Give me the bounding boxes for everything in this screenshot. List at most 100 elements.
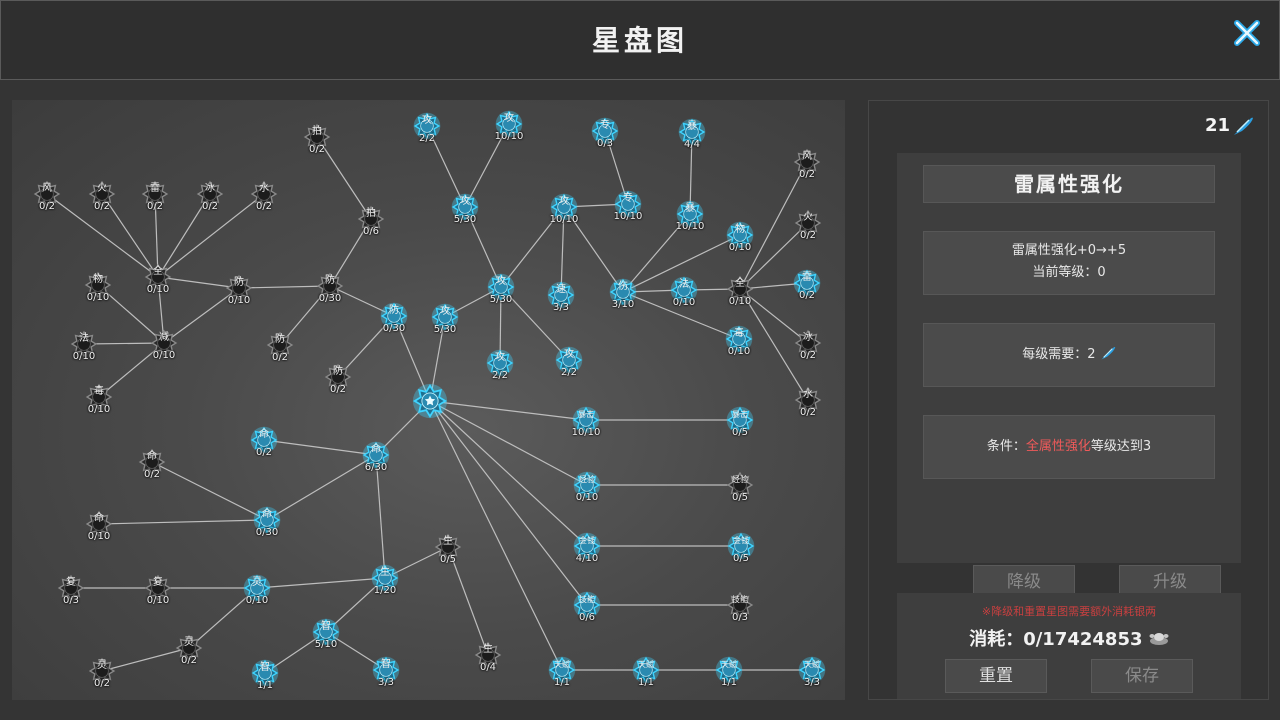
skill-node[interactable]: 法 0/10 bbox=[664, 270, 704, 310]
skill-node[interactable]: 命 0/30 bbox=[247, 500, 287, 540]
skill-node[interactable]: 专 10/10 bbox=[608, 184, 648, 224]
skill-node[interactable]: 水 0/2 bbox=[788, 380, 828, 420]
skill-node[interactable]: 命 0/10 bbox=[79, 504, 119, 544]
skill-node[interactable]: 风 0/2 bbox=[787, 142, 827, 182]
skill-node[interactable]: 灵 0/2 bbox=[169, 628, 209, 668]
skill-node[interactable]: 攻 5/30 bbox=[445, 187, 485, 227]
unlit-star-node-icon bbox=[88, 180, 116, 208]
lit-star-node-icon bbox=[591, 117, 619, 145]
skill-node[interactable]: 命 6/30 bbox=[356, 435, 396, 475]
skill-node[interactable]: 伤 3/10 bbox=[603, 272, 643, 312]
skill-node[interactable]: 水 0/2 bbox=[244, 174, 284, 214]
skill-node[interactable]: 雷 0/2 bbox=[135, 174, 175, 214]
skill-node[interactable]: 冰 0/2 bbox=[788, 323, 828, 363]
skill-node[interactable]: 物 0/10 bbox=[78, 265, 118, 305]
skill-node[interactable]: 毒 0/10 bbox=[719, 319, 759, 359]
skill-node[interactable]: 全 0/10 bbox=[720, 269, 760, 309]
save-button[interactable]: 保存 bbox=[1091, 659, 1193, 693]
skill-node[interactable]: 天赋 1/1 bbox=[626, 650, 666, 690]
reset-button[interactable]: 重置 bbox=[945, 659, 1047, 693]
skill-node[interactable]: 专 0/3 bbox=[585, 111, 625, 151]
skill-node[interactable]: 全 0/10 bbox=[138, 257, 178, 297]
skill-node[interactable]: 攻 5/30 bbox=[481, 267, 521, 307]
silver-consume-line: 消耗：0/17424853 bbox=[897, 625, 1241, 651]
skill-node[interactable]: 攻 2/2 bbox=[407, 106, 447, 146]
unlit-star-node-icon bbox=[85, 510, 113, 538]
skill-node[interactable]: 灵 0/10 bbox=[237, 568, 277, 608]
skill-node[interactable]: 复 0/10 bbox=[138, 568, 178, 608]
skill-node[interactable]: 拍 0/2 bbox=[297, 117, 337, 157]
lit-star-node-icon bbox=[632, 656, 660, 684]
skill-node[interactable]: 防 0/30 bbox=[310, 266, 350, 306]
skill-node[interactable]: 智 3/3 bbox=[366, 650, 406, 690]
skill-node[interactable]: 经验 0/10 bbox=[567, 465, 607, 505]
skill-node[interactable]: 金钱 0/5 bbox=[721, 526, 761, 566]
skill-node[interactable]: 智 1/1 bbox=[245, 653, 285, 693]
skill-node[interactable]: 暴 4/4 bbox=[672, 112, 712, 152]
skill-node[interactable]: 经验 0/5 bbox=[720, 465, 760, 505]
lit-star-node-icon bbox=[727, 532, 755, 560]
skill-node[interactable]: 冰 0/2 bbox=[190, 174, 230, 214]
skill-node[interactable]: 暴击 0/5 bbox=[720, 400, 760, 440]
unlit-star-node-icon bbox=[196, 180, 224, 208]
skill-node[interactable]: 攻 2/2 bbox=[549, 340, 589, 380]
skill-node[interactable]: 法 0/10 bbox=[64, 324, 104, 364]
skill-node[interactable]: 防 0/30 bbox=[374, 296, 414, 336]
skill-node[interactable]: 技能 0/3 bbox=[720, 585, 760, 625]
unlit-star-node-icon bbox=[303, 123, 331, 151]
skill-node[interactable]: 拍 0/6 bbox=[351, 199, 391, 239]
skill-node[interactable]: 雷 0/2 bbox=[787, 263, 827, 303]
lit-star-node-icon bbox=[555, 346, 583, 374]
star-core-node[interactable] bbox=[410, 381, 450, 421]
skill-node[interactable]: 毒 0/10 bbox=[79, 377, 119, 417]
skill-node[interactable]: 暴击 10/10 bbox=[566, 400, 606, 440]
skill-node[interactable]: 攻 10/10 bbox=[544, 187, 584, 227]
skill-node[interactable]: 命 0/2 bbox=[244, 420, 284, 460]
skill-node[interactable]: 速 3/3 bbox=[541, 275, 581, 315]
lit-star-node-icon bbox=[678, 118, 706, 146]
skill-node[interactable]: 攻 2/2 bbox=[480, 343, 520, 383]
skill-node[interactable]: 金钱 4/10 bbox=[567, 526, 607, 566]
skill-node[interactable]: 攻 5/30 bbox=[425, 297, 465, 337]
skill-node[interactable]: 智 5/10 bbox=[306, 612, 346, 652]
unlit-star-node-icon bbox=[266, 331, 294, 359]
skill-node[interactable]: 减 0/10 bbox=[144, 323, 184, 363]
unlit-star-node-icon bbox=[794, 386, 822, 414]
skill-node[interactable]: 灵 0/2 bbox=[82, 651, 122, 691]
lit-star-node-icon bbox=[243, 574, 271, 602]
lit-star-node-icon bbox=[798, 656, 826, 684]
feather-quill-icon bbox=[1101, 346, 1115, 360]
skill-detail-card: 雷属性强化 雷属性强化+0→+5 当前等级：0 每级需要：2 条件：全属性强化等… bbox=[897, 153, 1241, 599]
skill-node[interactable]: 火 0/2 bbox=[82, 174, 122, 214]
reset-warning-text: ※降级和重置星图需要额外消耗银两 bbox=[981, 605, 1157, 618]
skill-node[interactable]: 生 0/5 bbox=[428, 527, 468, 567]
skill-node[interactable]: 风 0/2 bbox=[27, 174, 67, 214]
skill-node[interactable]: 防 0/2 bbox=[260, 325, 300, 365]
skill-node[interactable]: 防 0/10 bbox=[219, 268, 259, 308]
skill-effect-text: 雷属性强化+0→+5 bbox=[1011, 243, 1127, 258]
close-button[interactable] bbox=[1229, 15, 1265, 51]
lit-star-node-icon bbox=[609, 278, 637, 306]
skill-node[interactable]: 攻 10/10 bbox=[489, 104, 529, 144]
unlit-star-node-icon bbox=[88, 657, 116, 685]
unlit-star-node-icon bbox=[357, 205, 385, 233]
skill-node[interactable]: 复 0/3 bbox=[51, 568, 91, 608]
skill-node[interactable]: 天赋 1/1 bbox=[542, 650, 582, 690]
skill-node[interactable]: 技能 0/6 bbox=[567, 585, 607, 625]
skill-node[interactable]: 物 0/10 bbox=[720, 215, 760, 255]
skill-node[interactable]: 生 0/4 bbox=[468, 635, 508, 675]
skill-node[interactable]: 生 1/20 bbox=[365, 558, 405, 598]
lit-star-node-icon bbox=[572, 406, 600, 434]
unlit-star-node-icon bbox=[250, 180, 278, 208]
skill-node[interactable]: 天赋 1/1 bbox=[709, 650, 749, 690]
skill-node[interactable]: 暴 10/10 bbox=[670, 194, 710, 234]
skill-node[interactable]: 火 0/2 bbox=[788, 203, 828, 243]
lit-star-node-icon bbox=[548, 656, 576, 684]
skill-node[interactable]: 天赋 3/3 bbox=[792, 650, 832, 690]
skill-node[interactable]: 命 0/2 bbox=[132, 442, 172, 482]
unlit-star-node-icon bbox=[794, 209, 822, 237]
skill-link bbox=[429, 400, 587, 421]
skill-node[interactable]: 防 0/2 bbox=[318, 357, 358, 397]
close-icon bbox=[1234, 20, 1260, 46]
lit-star-node-icon bbox=[573, 591, 601, 619]
